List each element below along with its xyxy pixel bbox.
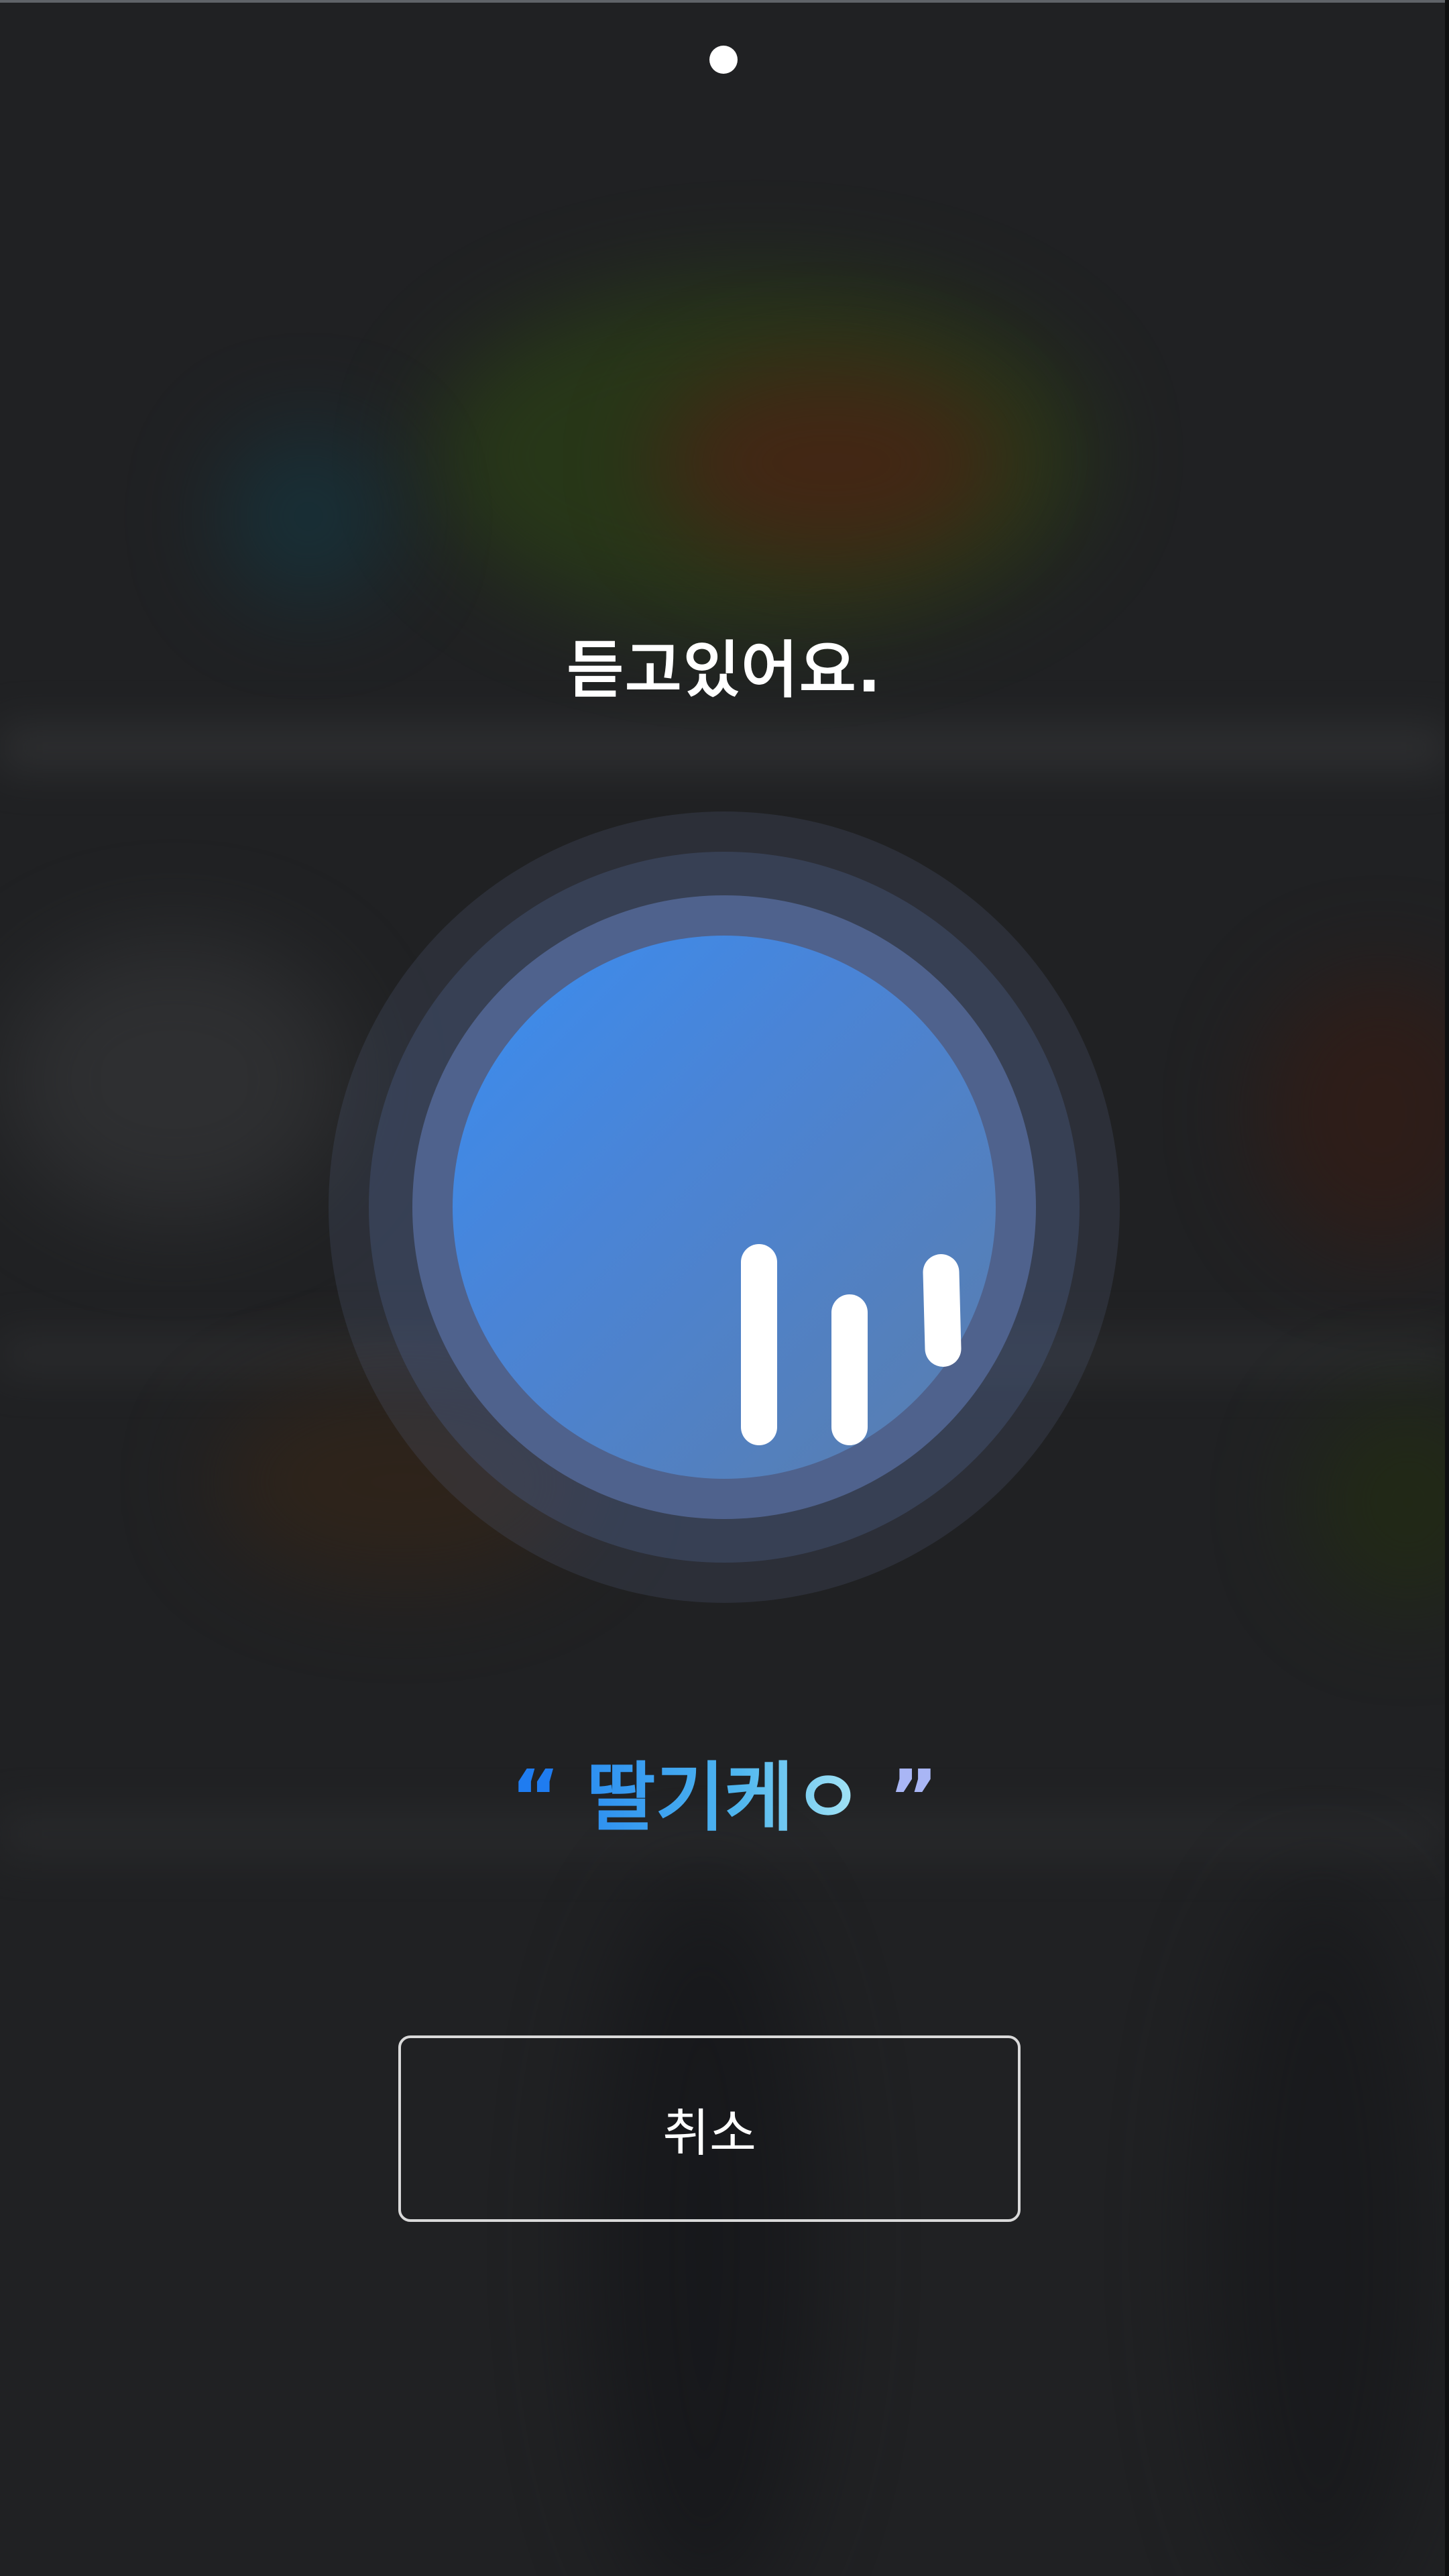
screen-edge — [1445, 0, 1449, 2576]
waveform-bar — [922, 1253, 962, 1367]
waveform-bar — [831, 1294, 868, 1445]
transcript-open-quote: “ — [510, 1754, 561, 1842]
waveform-bar — [741, 1244, 777, 1445]
top-border — [0, 0, 1449, 3]
camera-indicator-dot — [709, 46, 738, 74]
listening-status-text: 듣고있어요. — [567, 634, 882, 706]
transcript-close-quote: ” — [888, 1754, 939, 1842]
speech-transcript: “ 딸기케ㅇ ” — [0, 1737, 1449, 1846]
voice-mic-button[interactable] — [453, 936, 996, 1479]
cancel-button[interactable]: 취소 — [398, 2035, 1021, 2222]
voice-input-indicator — [329, 811, 1120, 1603]
voice-assistant-screen: 듣고있어요. “ 딸기케ㅇ ” 취소 — [0, 0, 1449, 2576]
transcript-text: 딸기케ㅇ — [586, 1754, 863, 1842]
